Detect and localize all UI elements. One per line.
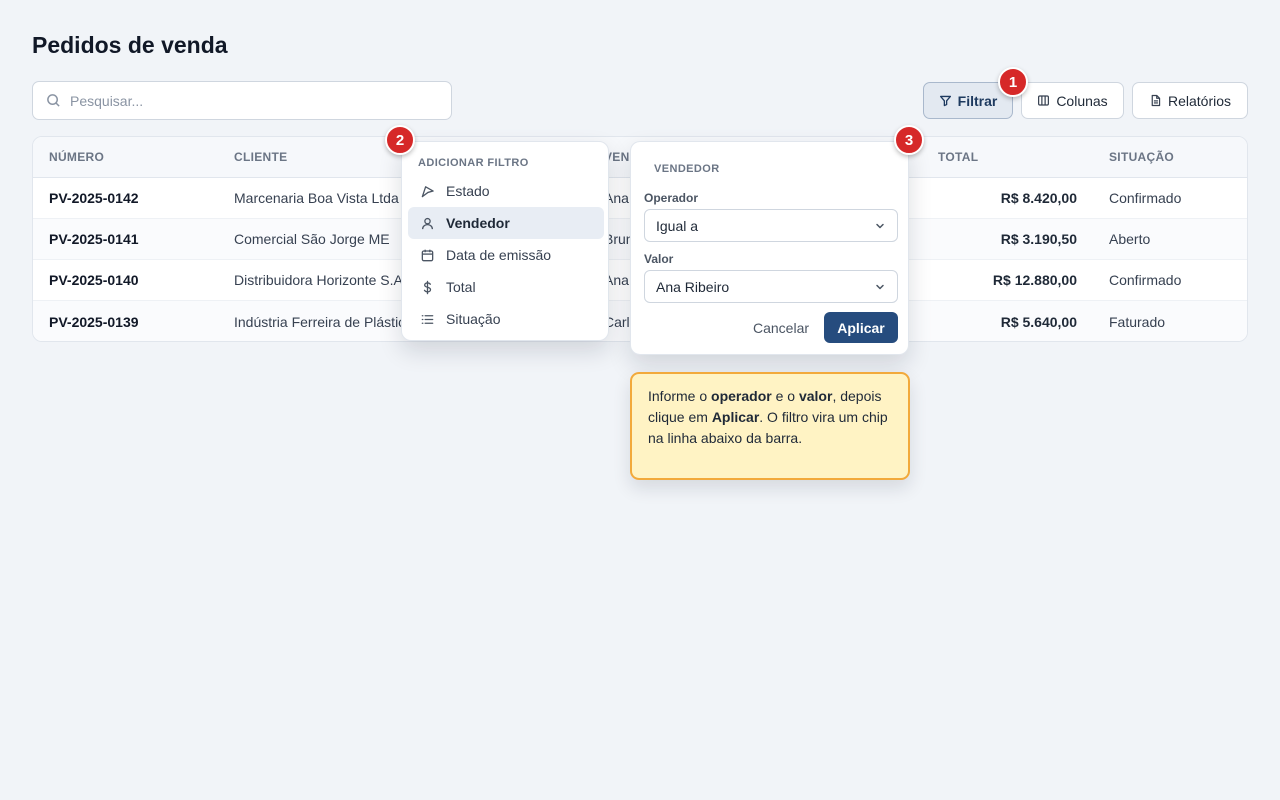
menu-item-situacao[interactable]: Situação xyxy=(408,303,604,335)
cell-numero: PV-2025-0141 xyxy=(49,231,139,247)
menu-item-label: Total xyxy=(446,279,476,295)
page-title: Pedidos de venda xyxy=(32,32,228,58)
calendar-icon xyxy=(421,249,434,261)
reports-button[interactable]: Relatórios xyxy=(1132,82,1248,119)
add-filter-menu: ADICIONAR FILTRO Estado Vendedor Data de… xyxy=(401,141,609,341)
cell-situacao: Aberto xyxy=(1109,231,1151,247)
header-situacao[interactable]: SITUAÇÃO xyxy=(1109,150,1174,164)
cell-situacao: Confirmado xyxy=(1109,190,1182,206)
document-icon xyxy=(1151,94,1161,107)
filter-icon xyxy=(939,95,951,107)
menu-item-label: Estado xyxy=(446,183,490,199)
cell-situacao: Faturado xyxy=(1109,313,1166,330)
search-box[interactable] xyxy=(32,81,452,120)
list-icon xyxy=(421,314,434,324)
step-badge-1: 1 xyxy=(998,67,1028,97)
help-tooltip: Informe o operador e o valor, depois cli… xyxy=(630,372,910,480)
menu-header: ADICIONAR FILTRO xyxy=(418,157,529,169)
operator-label: Operador xyxy=(644,191,699,205)
chevron-down-icon xyxy=(876,284,884,289)
cell-total: R$ 12.880,00 xyxy=(992,272,1077,288)
search-icon xyxy=(47,94,60,107)
cell-numero: PV-2025-0142 xyxy=(49,190,139,206)
value-select[interactable]: Ana Ribeiro xyxy=(644,270,898,303)
menu-item-data-emissao[interactable]: Data de emissão xyxy=(408,239,604,271)
cancel-button[interactable]: Cancelar xyxy=(737,312,825,343)
search-input[interactable] xyxy=(70,92,430,109)
reports-button-label: Relatórios xyxy=(1167,92,1232,109)
flag-icon xyxy=(421,185,434,197)
cell-total: R$ 5.640,00 xyxy=(1000,313,1077,330)
menu-item-estado[interactable]: Estado xyxy=(408,175,604,207)
cell-cliente: Marcenaria Boa Vista Ltda xyxy=(234,190,399,206)
menu-item-vendedor[interactable]: Vendedor xyxy=(408,207,604,239)
menu-item-label: Situação xyxy=(446,311,501,327)
operator-value: Igual a xyxy=(656,217,699,234)
step-badge-3: 3 xyxy=(894,125,924,155)
chevron-down-icon xyxy=(876,223,884,228)
header-cliente[interactable]: CLIENTE xyxy=(234,150,287,164)
cell-total: R$ 8.420,00 xyxy=(1000,190,1077,206)
menu-item-label: Data de emissão xyxy=(446,247,552,263)
columns-button-label: Colunas xyxy=(1056,92,1108,109)
value-label: Valor xyxy=(644,252,674,266)
user-icon xyxy=(421,217,434,229)
cell-cliente: Comercial São Jorge ME xyxy=(234,231,390,247)
tooltip-bold: Aplicar xyxy=(711,409,760,425)
cell-situacao: Confirmado xyxy=(1109,272,1182,288)
dollar-icon xyxy=(423,280,432,294)
tooltip-text: e o xyxy=(771,388,799,404)
cell-numero: PV-2025-0140 xyxy=(49,272,139,288)
value-value: Ana Ribeiro xyxy=(656,278,730,295)
menu-item-label: Vendedor xyxy=(446,215,510,231)
filter-button-label: Filtrar xyxy=(957,92,998,109)
apply-button[interactable]: Aplicar xyxy=(824,312,898,343)
tooltip-bold: valor xyxy=(798,388,833,404)
filter-config-panel: VENDEDOR Operador Igual a Valor Ana Ribe… xyxy=(630,141,909,355)
columns-icon xyxy=(1038,95,1050,106)
columns-button[interactable]: Colunas xyxy=(1021,82,1124,119)
tooltip-bold: operador xyxy=(711,388,772,404)
header-total[interactable]: TOTAL xyxy=(938,150,978,164)
tooltip-text: Informe o xyxy=(648,388,712,404)
cell-cliente: Indústria Ferreira de Plásticos xyxy=(234,313,420,330)
step-badge-2: 2 xyxy=(385,125,415,155)
header-numero[interactable]: NÚMERO xyxy=(49,150,104,164)
menu-item-total[interactable]: Total xyxy=(408,271,604,303)
panel-title: VENDEDOR xyxy=(654,163,720,175)
operator-select[interactable]: Igual a xyxy=(644,209,898,242)
cell-total: R$ 3.190,50 xyxy=(1000,231,1077,247)
cell-numero: PV-2025-0139 xyxy=(49,313,139,330)
cell-cliente: Distribuidora Horizonte S.A. xyxy=(234,272,407,288)
